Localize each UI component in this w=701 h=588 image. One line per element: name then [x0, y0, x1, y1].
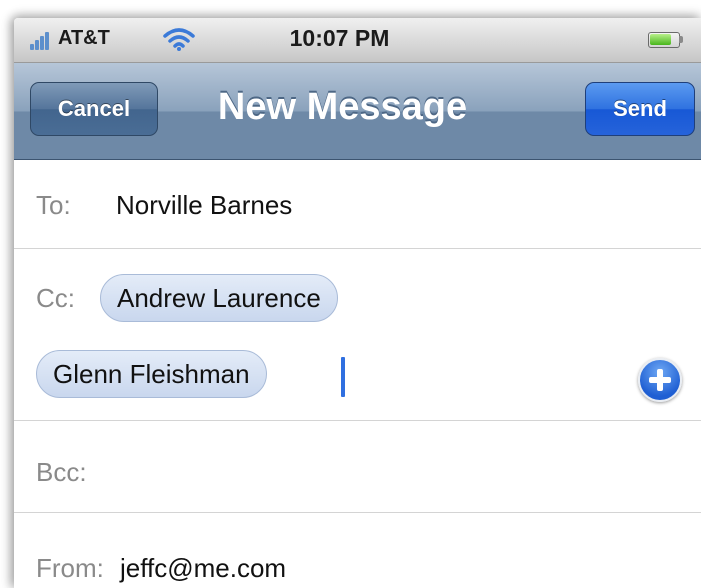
phone-screen: AT&T 10:07 PM Cancel New Message Send To…: [14, 18, 701, 588]
from-label: From:: [36, 553, 104, 583]
status-bar: AT&T 10:07 PM: [14, 18, 701, 63]
to-label: To:: [36, 190, 71, 220]
to-recipient[interactable]: Norville Barnes: [116, 190, 292, 221]
from-field[interactable]: From: jeffc@me.com: [14, 513, 701, 588]
send-button[interactable]: Send: [585, 82, 695, 136]
from-address[interactable]: jeffc@me.com: [120, 553, 286, 584]
cc-label: Cc:: [36, 283, 75, 313]
cc-recipient-chip[interactable]: Glenn Fleishman: [36, 350, 267, 398]
navigation-bar: Cancel New Message Send: [14, 63, 701, 160]
cc-recipient-chip[interactable]: Andrew Laurence: [100, 274, 338, 322]
battery-icon: [648, 32, 684, 48]
add-contact-icon[interactable]: [638, 358, 682, 402]
status-time: 10:07 PM: [289, 25, 390, 51]
bcc-field[interactable]: Bcc:: [14, 421, 701, 513]
to-field[interactable]: To: Norville Barnes: [14, 160, 701, 249]
bcc-label: Bcc:: [36, 457, 87, 487]
cc-field[interactable]: Cc: Andrew Laurence Glenn Fleishman: [14, 249, 701, 421]
text-cursor: [341, 357, 345, 397]
